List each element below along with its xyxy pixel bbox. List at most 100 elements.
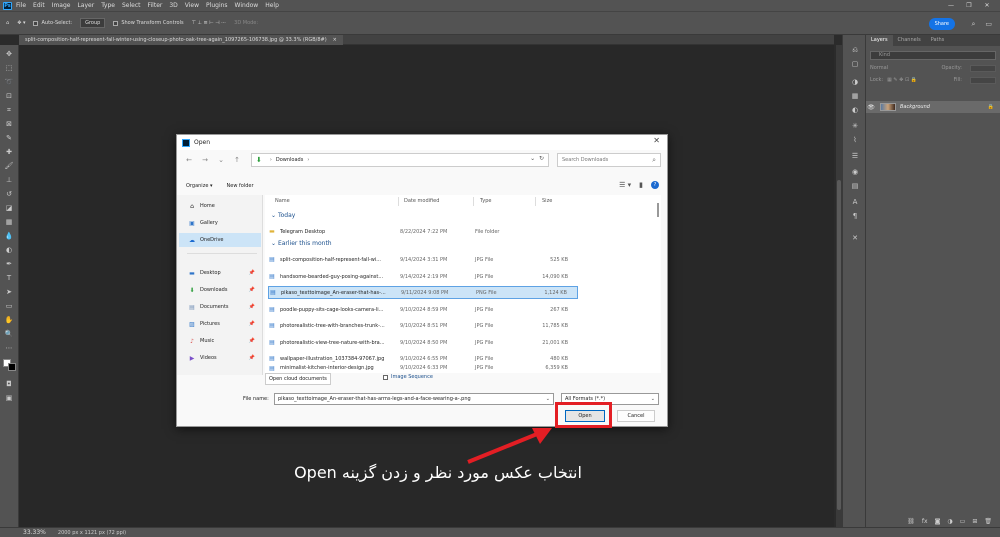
list-item[interactable]: ▤ split-composition-half-represent-fall-… — [268, 253, 578, 266]
menu-3d[interactable]: 3D — [169, 2, 177, 9]
nav-item-desktop[interactable]: ▬ Desktop 📌 — [187, 266, 261, 280]
preview-pane-icon[interactable]: ▮ — [639, 181, 643, 189]
up-arrow-icon[interactable]: ↑ — [229, 156, 245, 164]
view-list-icon[interactable]: ☰ ▾ — [619, 181, 631, 189]
scrollbar-thumb[interactable] — [837, 180, 841, 510]
menu-select[interactable]: Select — [122, 2, 141, 9]
home-icon[interactable]: ⌂ — [6, 20, 9, 26]
auto-select-option[interactable]: Auto-Select: — [33, 20, 72, 26]
new-group-icon[interactable]: ▭ — [960, 518, 966, 525]
search-icon[interactable]: ⌕ — [971, 20, 975, 29]
hand-tool-icon[interactable]: ✋ — [4, 315, 14, 325]
eraser-tool-icon[interactable]: ◪ — [4, 203, 14, 213]
address-downloads[interactable]: Downloads — [276, 157, 303, 163]
forward-arrow-icon[interactable]: → — [197, 156, 213, 164]
visibility-eye-icon[interactable]: 👁 — [866, 104, 876, 111]
document-tab-close-icon[interactable]: × — [333, 37, 337, 43]
zoom-level[interactable]: 33.33% — [23, 529, 46, 536]
new-layer-icon[interactable]: ⊞ — [972, 518, 977, 525]
nav-item-downloads[interactable]: ⬇ Downloads 📌 — [187, 283, 261, 297]
tab-layers[interactable]: Layers — [866, 35, 893, 46]
layer-row-background[interactable]: 👁 Background 🔒 — [866, 101, 1000, 113]
lock-icons[interactable]: ▦ ✎ ✥ ⊡ 🔒 — [887, 77, 917, 83]
move-tool-icon[interactable]: ✥ — [4, 49, 14, 59]
address-bar[interactable]: ⬇ › Downloads › ⌄ ↻ — [251, 153, 549, 167]
back-arrow-icon[interactable]: ← — [181, 156, 197, 164]
menu-type[interactable]: Type — [101, 2, 115, 9]
search-downloads-input[interactable]: Search Downloads ⌕ — [557, 153, 661, 167]
type-tool-icon[interactable]: T — [4, 273, 14, 283]
organize-button[interactable]: Organize ▾ — [186, 183, 213, 189]
layer-filter-input[interactable]: Kind — [870, 51, 996, 60]
list-item[interactable]: ▤ handsome-bearded-guy-posing-against...… — [268, 270, 578, 283]
paragraph-icon[interactable]: ¶ — [850, 211, 860, 221]
delete-layer-icon[interactable]: 🗑 — [984, 518, 992, 525]
menu-filter[interactable]: Filter — [148, 2, 163, 9]
nav-item-music[interactable]: ♪ Music 📌 — [187, 334, 261, 348]
shape-tool-icon[interactable]: ▭ — [4, 301, 14, 311]
menu-layer[interactable]: Layer — [77, 2, 94, 9]
share-button[interactable]: Share — [928, 18, 955, 30]
file-list-scrollbar[interactable] — [657, 203, 659, 217]
history-icon[interactable]: ⎌ — [850, 45, 860, 55]
chevron-down-icon[interactable]: ⌄ — [546, 394, 550, 404]
healing-tool-icon[interactable]: ✚ — [4, 147, 14, 157]
layer-lock-icon[interactable]: 🔒 — [988, 104, 994, 110]
nav-item-onedrive[interactable]: ☁ OneDrive — [179, 233, 261, 247]
opacity-field[interactable] — [970, 64, 996, 72]
history-brush-tool-icon[interactable]: ↺ — [4, 189, 14, 199]
nav-item-videos[interactable]: ▶ Videos 📌 — [187, 351, 261, 365]
stamp-tool-icon[interactable]: ⊥ — [4, 175, 14, 185]
quick-mask-icon[interactable]: ◘ — [4, 379, 14, 389]
tools-cross-icon[interactable]: ✕ — [850, 233, 860, 243]
comments-icon[interactable]: ▢ — [850, 59, 860, 69]
menu-file[interactable]: File — [16, 2, 26, 9]
menu-plugins[interactable]: Plugins — [206, 2, 228, 9]
list-item-selected[interactable]: ▤ pikaso_texttoimage_An-eraser-that-has-… — [268, 286, 578, 299]
menu-window[interactable]: Window — [235, 2, 259, 9]
shapes-icon[interactable]: ▤ — [850, 181, 860, 191]
link-layers-icon[interactable]: ⛓ — [907, 518, 915, 525]
menu-edit[interactable]: Edit — [33, 2, 45, 9]
column-size[interactable]: Size — [542, 198, 552, 204]
new-folder-button[interactable]: New folder — [227, 183, 254, 189]
brushes-icon[interactable]: ⌇ — [850, 135, 860, 145]
list-item[interactable]: ▤ minimalist-kitchen-interior-design.jpg… — [268, 363, 578, 373]
quick-select-tool-icon[interactable]: ⊡ — [4, 91, 14, 101]
show-transform-checkbox[interactable] — [113, 20, 119, 26]
move-tool-icon[interactable]: ✥ ▾ — [17, 20, 25, 26]
adjustments-icon[interactable]: ◐ — [850, 105, 860, 115]
gradient-tool-icon[interactable]: ▦ — [4, 217, 14, 227]
image-sequence-checkbox[interactable] — [383, 374, 388, 380]
brush-tool-icon[interactable]: 🖌 — [4, 161, 14, 171]
help-icon[interactable]: ? — [651, 181, 659, 189]
column-type[interactable]: Type — [480, 198, 491, 204]
dodge-tool-icon[interactable]: ◐ — [4, 245, 14, 255]
more-tools-icon[interactable]: ⋯ — [4, 343, 14, 353]
crop-tool-icon[interactable]: ⌗ — [4, 105, 14, 115]
add-mask-icon[interactable]: ◙ — [935, 518, 941, 525]
list-item[interactable]: ▤ photorealistic-tree-with-branches-trun… — [268, 319, 578, 332]
document-info[interactable]: 2000 px x 1121 px (72 ppi) — [58, 530, 126, 536]
auto-select-checkbox[interactable] — [33, 20, 39, 26]
dialog-close-icon[interactable]: ✕ — [653, 136, 660, 145]
nav-item-pictures[interactable]: ▨ Pictures 📌 — [187, 317, 261, 331]
blend-mode-select[interactable]: Normal — [870, 65, 888, 71]
lasso-tool-icon[interactable]: ➰ — [4, 77, 14, 87]
workspace-icon[interactable]: ▭ — [985, 20, 992, 29]
marquee-tool-icon[interactable]: ⬚ — [4, 63, 14, 73]
group-select[interactable]: Group — [80, 18, 106, 28]
align-icons[interactable]: ⊤ ⊥ ≡ ⊢ ⊣ ⋯ — [192, 20, 227, 26]
minimize-button[interactable]: — — [942, 0, 960, 11]
list-item[interactable]: ▤ poodle-puppy-sits-cage-looks-camera-li… — [268, 303, 578, 316]
path-select-tool-icon[interactable]: ➤ — [4, 287, 14, 297]
tab-channels[interactable]: Channels — [893, 35, 926, 46]
document-tab[interactable]: split-composition-half-represent-fall-wi… — [19, 35, 343, 45]
fill-field[interactable] — [970, 76, 996, 84]
pen-tool-icon[interactable]: ✒ — [4, 259, 14, 269]
adjustment-layer-icon[interactable]: ◑ — [947, 518, 952, 525]
list-item-folder[interactable]: ▬ Telegram Desktop 8/22/2024 7:22 PM Fil… — [268, 225, 578, 238]
cancel-button[interactable]: Cancel — [617, 410, 655, 422]
list-item[interactable]: ▤ photorealistic-view-tree-nature-with-b… — [268, 336, 578, 349]
image-sequence-option[interactable]: Image Sequence — [383, 374, 433, 380]
